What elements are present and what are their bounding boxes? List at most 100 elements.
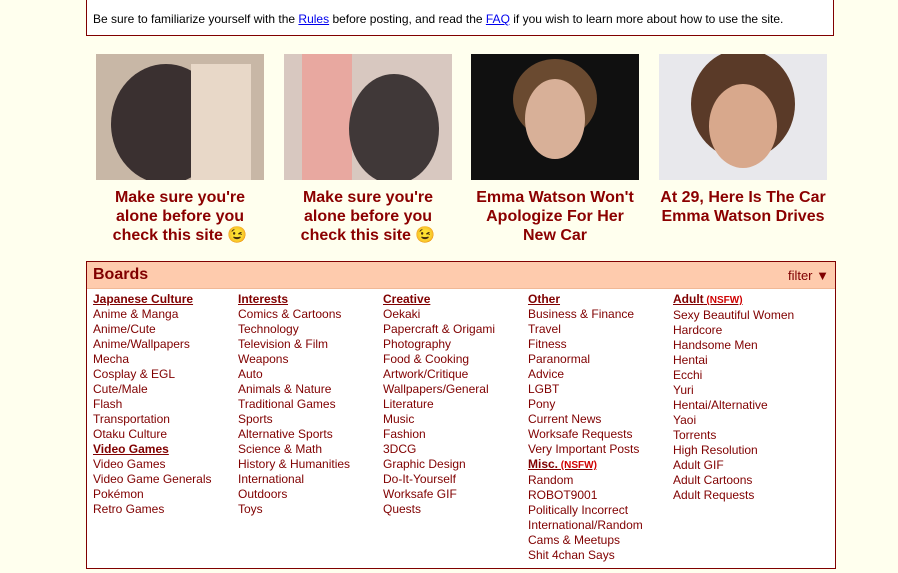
board-link[interactable]: Technology: [238, 322, 378, 337]
board-link[interactable]: Oekaki: [383, 307, 523, 322]
board-link[interactable]: Torrents: [673, 428, 813, 443]
board-link[interactable]: Handsome Men: [673, 338, 813, 353]
board-link[interactable]: Adult Requests: [673, 488, 813, 503]
ad-card[interactable]: Emma Watson Won't Apologize For Her New …: [471, 54, 639, 245]
board-link[interactable]: Ecchi: [673, 368, 813, 383]
ad-thumbnail[interactable]: [284, 54, 452, 180]
ad-caption[interactable]: Make sure you're alone before you check …: [284, 188, 452, 245]
board-category-title[interactable]: Creative: [383, 292, 430, 306]
board-link[interactable]: Weapons: [238, 352, 378, 367]
board-link[interactable]: Current News: [528, 412, 668, 427]
board-link[interactable]: Travel: [528, 322, 668, 337]
board-link[interactable]: Random: [528, 473, 668, 488]
board-category-title[interactable]: Video Games: [93, 442, 169, 456]
board-link[interactable]: Sports: [238, 412, 378, 427]
board-link[interactable]: Papercraft & Origami: [383, 322, 523, 337]
board-link[interactable]: Graphic Design: [383, 457, 523, 472]
ad-thumbnail[interactable]: [659, 54, 827, 180]
board-link[interactable]: Shit 4chan Says: [528, 548, 668, 563]
board-link[interactable]: Yaoi: [673, 413, 813, 428]
board-link[interactable]: History & Humanities: [238, 457, 378, 472]
board-link[interactable]: Outdoors: [238, 487, 378, 502]
board-link[interactable]: Cams & Meetups: [528, 533, 668, 548]
board-link[interactable]: LGBT: [528, 382, 668, 397]
board-link[interactable]: Wallpapers/General: [383, 382, 523, 397]
board-link[interactable]: Worksafe GIF: [383, 487, 523, 502]
faq-link[interactable]: FAQ: [486, 12, 510, 26]
board-category-title[interactable]: Adult: [673, 292, 704, 306]
board-link[interactable]: Cute/Male: [93, 382, 233, 397]
board-link[interactable]: Science & Math: [238, 442, 378, 457]
board-link[interactable]: Food & Cooking: [383, 352, 523, 367]
board-link[interactable]: Video Game Generals: [93, 472, 233, 487]
board-link[interactable]: Artwork/Critique: [383, 367, 523, 382]
ad-caption[interactable]: Emma Watson Won't Apologize For Her New …: [471, 188, 639, 245]
board-link[interactable]: Fitness: [528, 337, 668, 352]
board-link[interactable]: Animals & Nature: [238, 382, 378, 397]
board-link[interactable]: Video Games: [93, 457, 233, 472]
board-category-heading[interactable]: Misc. (NSFW): [528, 457, 668, 473]
board-link[interactable]: Anime/Cute: [93, 322, 233, 337]
board-category-title[interactable]: Other: [528, 292, 560, 306]
board-link[interactable]: Sexy Beautiful Women: [673, 308, 813, 323]
board-link[interactable]: Adult GIF: [673, 458, 813, 473]
board-category-heading[interactable]: Creative: [383, 292, 523, 307]
board-link[interactable]: Auto: [238, 367, 378, 382]
board-link[interactable]: Yuri: [673, 383, 813, 398]
board-link[interactable]: ROBOT9001: [528, 488, 668, 503]
ad-card[interactable]: At 29, Here Is The Car Emma Watson Drive…: [659, 54, 827, 226]
board-link[interactable]: Comics & Cartoons: [238, 307, 378, 322]
board-link[interactable]: Adult Cartoons: [673, 473, 813, 488]
board-link[interactable]: High Resolution: [673, 443, 813, 458]
ad-card[interactable]: Make sure you're alone before you check …: [284, 54, 452, 245]
board-link[interactable]: Very Important Posts: [528, 442, 668, 457]
board-link[interactable]: Retro Games: [93, 502, 233, 517]
board-link[interactable]: International: [238, 472, 378, 487]
board-link[interactable]: Music: [383, 412, 523, 427]
board-link[interactable]: Advice: [528, 367, 668, 382]
board-category-heading[interactable]: Other: [528, 292, 668, 307]
board-link[interactable]: Do-It-Yourself: [383, 472, 523, 487]
filter-button[interactable]: filter ▼: [788, 268, 829, 283]
notice-prefix: Be sure to familiarize yourself with the: [93, 12, 299, 26]
board-link[interactable]: Otaku Culture: [93, 427, 233, 442]
board-link[interactable]: Traditional Games: [238, 397, 378, 412]
board-link[interactable]: Mecha: [93, 352, 233, 367]
board-link[interactable]: Hentai/Alternative: [673, 398, 813, 413]
board-category-heading[interactable]: Interests: [238, 292, 378, 307]
ad-caption[interactable]: Make sure you're alone before you check …: [96, 188, 264, 245]
board-link[interactable]: Pony: [528, 397, 668, 412]
board-link[interactable]: Transportation: [93, 412, 233, 427]
board-link[interactable]: Hentai: [673, 353, 813, 368]
board-link[interactable]: Anime/Wallpapers: [93, 337, 233, 352]
board-link[interactable]: Cosplay & EGL: [93, 367, 233, 382]
board-category-heading[interactable]: Japanese Culture: [93, 292, 233, 307]
board-link[interactable]: Flash: [93, 397, 233, 412]
board-link[interactable]: Business & Finance: [528, 307, 668, 322]
rules-link[interactable]: Rules: [298, 12, 329, 26]
board-link[interactable]: Television & Film: [238, 337, 378, 352]
board-link[interactable]: 3DCG: [383, 442, 523, 457]
board-link[interactable]: Pokémon: [93, 487, 233, 502]
board-link[interactable]: Worksafe Requests: [528, 427, 668, 442]
board-category-title[interactable]: Japanese Culture: [93, 292, 193, 306]
board-link[interactable]: Hardcore: [673, 323, 813, 338]
ad-caption[interactable]: At 29, Here Is The Car Emma Watson Drive…: [659, 188, 827, 226]
ad-thumbnail[interactable]: [471, 54, 639, 180]
board-link[interactable]: Quests: [383, 502, 523, 517]
board-link[interactable]: Fashion: [383, 427, 523, 442]
board-category-title[interactable]: Misc.: [528, 457, 558, 471]
board-link[interactable]: International/Random: [528, 518, 668, 533]
board-link[interactable]: Toys: [238, 502, 378, 517]
board-link[interactable]: Alternative Sports: [238, 427, 378, 442]
board-link[interactable]: Anime & Manga: [93, 307, 233, 322]
board-category-heading[interactable]: Adult (NSFW): [673, 292, 813, 308]
board-category-title[interactable]: Interests: [238, 292, 288, 306]
board-category-heading[interactable]: Video Games: [93, 442, 233, 457]
ad-card[interactable]: Make sure you're alone before you check …: [96, 54, 264, 245]
board-link[interactable]: Photography: [383, 337, 523, 352]
board-link[interactable]: Literature: [383, 397, 523, 412]
ad-thumbnail[interactable]: [96, 54, 264, 180]
board-link[interactable]: Paranormal: [528, 352, 668, 367]
board-link[interactable]: Politically Incorrect: [528, 503, 668, 518]
